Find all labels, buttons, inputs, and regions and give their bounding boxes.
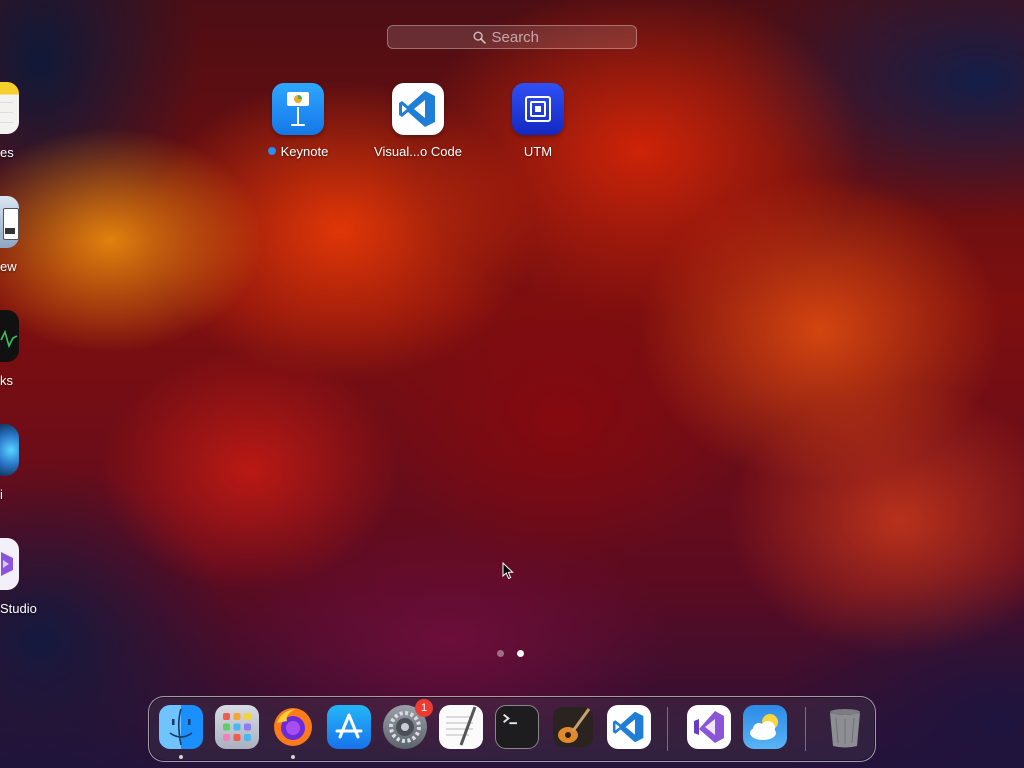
mouse-cursor-icon	[502, 562, 514, 580]
dock-item-trash[interactable]	[823, 705, 867, 749]
running-indicator	[179, 755, 183, 759]
dock: 1	[148, 696, 876, 762]
side-app-label: ks	[0, 373, 13, 388]
side-app-visual-studio[interactable]: Studio	[0, 538, 67, 616]
garageband-icon	[553, 707, 593, 747]
dock-separator	[805, 707, 806, 751]
finder-icon	[169, 708, 193, 746]
dock-item-system-settings[interactable]: 1	[383, 699, 433, 749]
side-app-label: es	[0, 145, 14, 160]
siri-icon	[0, 424, 19, 476]
utm-icon	[512, 83, 564, 135]
visual-studio-icon	[0, 538, 19, 590]
dock-item-app-store[interactable]	[327, 705, 371, 749]
side-app-label: ew	[0, 259, 17, 274]
trash-icon	[830, 709, 860, 748]
dock-item-firefox[interactable]	[271, 705, 315, 749]
launchpad-icon	[223, 713, 251, 741]
textedit-icon	[446, 706, 477, 746]
side-app-siri[interactable]: i	[0, 424, 67, 502]
app-label: Visual...o Code	[374, 144, 462, 159]
dock-item-garageband[interactable]	[551, 705, 595, 749]
side-app-stocks[interactable]: ks	[0, 310, 67, 388]
dock-item-finder[interactable]	[159, 705, 203, 749]
firefox-icon	[274, 708, 312, 746]
side-app-notes[interactable]: es	[0, 82, 67, 160]
dock-item-textedit[interactable]	[439, 705, 483, 749]
app-store-icon	[335, 713, 363, 739]
page-dot-2-active[interactable]	[517, 650, 524, 657]
launchpad-search[interactable]	[387, 25, 637, 49]
app-utm[interactable]: UTM	[483, 83, 593, 159]
vscode-icon	[612, 711, 644, 743]
app-label: Keynote	[243, 144, 353, 159]
weather-icon	[750, 714, 778, 740]
side-app-preview[interactable]: ew	[0, 196, 67, 274]
new-app-indicator	[267, 147, 276, 155]
page-dot-1[interactable]	[497, 650, 504, 657]
dock-item-visual-studio[interactable]	[687, 705, 731, 749]
search-icon	[472, 30, 486, 44]
app-keynote[interactable]: Keynote	[243, 83, 353, 159]
dock-separator	[667, 707, 668, 751]
terminal-icon	[503, 713, 517, 725]
notification-badge: 1	[415, 699, 433, 717]
keynote-icon	[272, 83, 324, 135]
visual-studio-icon	[694, 711, 724, 743]
side-app-label: i	[0, 487, 3, 502]
dock-item-weather[interactable]	[743, 705, 787, 749]
stocks-icon	[0, 310, 19, 362]
vscode-icon	[392, 83, 444, 135]
app-visual-studio-code[interactable]: Visual...o Code	[363, 83, 473, 159]
running-indicator	[291, 755, 295, 759]
side-app-label: Studio	[0, 601, 37, 616]
dock-item-vscode[interactable]	[607, 705, 651, 749]
notes-icon	[0, 82, 19, 134]
search-input[interactable]	[491, 28, 552, 46]
preview-icon	[0, 196, 19, 248]
dock-item-launchpad[interactable]	[215, 705, 259, 749]
dock-item-terminal[interactable]	[495, 705, 539, 749]
app-label: UTM	[523, 144, 553, 159]
